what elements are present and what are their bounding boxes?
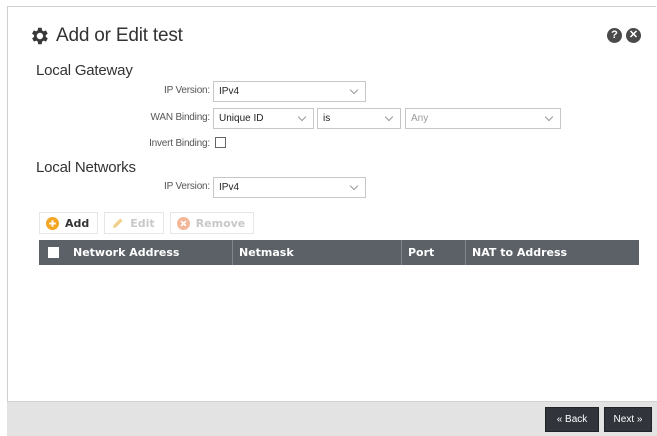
- local-gateway-heading: Local Gateway: [36, 62, 133, 79]
- add-button-label: Add: [65, 216, 90, 230]
- wan-binding-operator-value: is: [323, 113, 331, 124]
- networks-ip-version-select[interactable]: IPv4: [213, 177, 366, 198]
- add-button[interactable]: Add: [39, 212, 99, 234]
- dialog-title: Add or Edit test: [56, 25, 183, 46]
- chevron-down-icon: [297, 112, 307, 122]
- networks-ip-version-value: IPv4: [219, 182, 240, 193]
- column-header-netmask[interactable]: Netmask: [233, 240, 402, 265]
- gateway-ip-version-value: IPv4: [219, 86, 240, 97]
- gear-icon: [28, 25, 50, 47]
- dialog-title-row: Add or Edit test: [28, 24, 183, 48]
- remove-button-label: Remove: [195, 216, 246, 230]
- pencil-icon: [111, 217, 124, 230]
- plus-circle-icon: [46, 216, 59, 230]
- wan-binding-value: Unique ID: [219, 113, 264, 124]
- invert-binding-label: Invert Binding:: [149, 138, 210, 149]
- dialog-actions: ? ✕: [607, 28, 641, 43]
- invert-binding-checkbox[interactable]: [215, 137, 226, 148]
- chevron-down-icon: [384, 112, 394, 122]
- question-icon[interactable]: ?: [607, 28, 622, 43]
- edit-button-label: Edit: [130, 216, 155, 230]
- column-header-nat-to-address[interactable]: NAT to Address: [466, 240, 639, 265]
- wan-binding-operator-select[interactable]: is: [317, 108, 401, 129]
- chevron-down-icon: [544, 112, 554, 122]
- close-icon[interactable]: ✕: [626, 28, 641, 43]
- add-edit-dialog: Add or Edit test ? ✕ Local Gateway IP Ve…: [7, 6, 656, 436]
- remove-button[interactable]: Remove: [169, 212, 255, 234]
- chevron-down-icon: [349, 85, 359, 95]
- wan-binding-select[interactable]: Unique ID: [213, 108, 314, 129]
- grid-toolbar: Add Edit Remove: [39, 212, 255, 234]
- column-header-port[interactable]: Port: [402, 240, 466, 265]
- column-header-network-address[interactable]: Network Address: [67, 240, 233, 265]
- back-button[interactable]: « Back: [545, 407, 599, 432]
- grid-header: Network Address Netmask Port NAT to Addr…: [39, 240, 639, 265]
- select-all-checkbox[interactable]: [47, 247, 59, 258]
- networks-ip-version-label: IP Version:: [164, 181, 210, 192]
- select-all-checkbox-cell[interactable]: [39, 240, 67, 265]
- gateway-ip-version-select[interactable]: IPv4: [213, 81, 366, 102]
- wan-binding-target-value: Any: [411, 113, 429, 124]
- edit-button[interactable]: Edit: [104, 212, 164, 234]
- next-button[interactable]: Next »: [604, 407, 652, 432]
- local-networks-heading: Local Networks: [36, 159, 136, 176]
- gateway-ip-version-label: IP Version:: [164, 85, 210, 96]
- remove-circle-icon: [176, 216, 190, 230]
- dialog-footer: « Back Next »: [7, 401, 657, 436]
- wan-binding-label: WAN Binding:: [150, 112, 211, 123]
- chevron-down-icon: [349, 181, 359, 191]
- grid-body: [39, 265, 639, 405]
- wan-binding-target-select[interactable]: Any: [405, 108, 561, 129]
